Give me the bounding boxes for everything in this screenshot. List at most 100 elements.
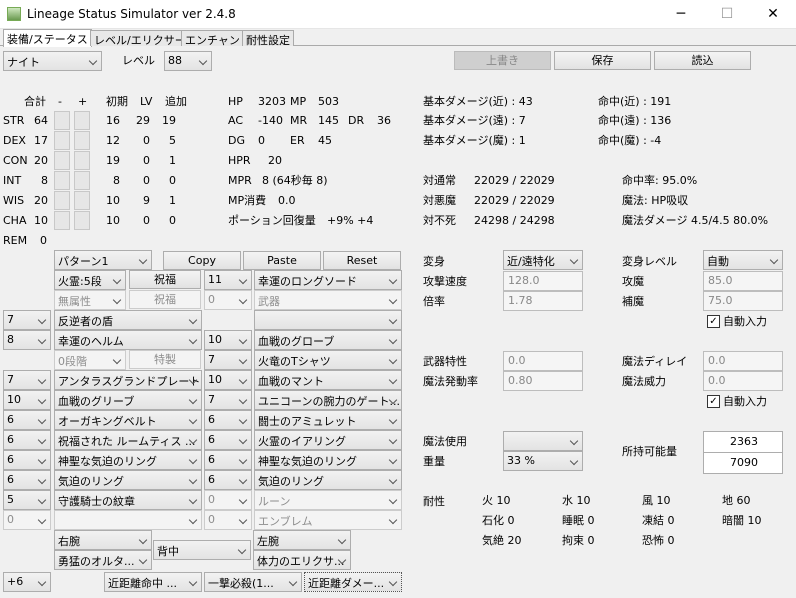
- save-button[interactable]: 保存: [554, 51, 651, 70]
- stat-plus-button[interactable]: [74, 151, 90, 170]
- stat-minus-button[interactable]: [54, 111, 70, 130]
- auto-input-checkbox[interactable]: ✓: [707, 315, 720, 328]
- auto-input-checkbox-2[interactable]: ✓: [707, 395, 720, 408]
- near-damage-select[interactable]: 近距離ダメー...: [304, 572, 402, 592]
- emblem-select[interactable]: エンブレム: [254, 510, 402, 530]
- reset-button[interactable]: Reset: [323, 251, 401, 270]
- ring3-enchant-select[interactable]: 6: [3, 470, 51, 490]
- earring-left-enchant-select[interactable]: 6: [3, 430, 51, 450]
- helm-enchant-select[interactable]: 8: [3, 330, 51, 350]
- secondary-enchant-select[interactable]: 0: [204, 290, 252, 310]
- weapon-trait-field[interactable]: 0.0: [503, 351, 583, 371]
- armor-select[interactable]: アンタラスグランドプレート...: [54, 370, 202, 390]
- stat-plus-button[interactable]: [74, 131, 90, 150]
- tab-level-elixir[interactable]: レベル/エリクサー: [90, 30, 190, 47]
- tshirt-stage-select[interactable]: 0段階: [54, 350, 126, 370]
- ring4-enchant-select[interactable]: 6: [204, 470, 252, 490]
- minimize-button[interactable]: ─: [658, 0, 704, 29]
- tshirt-select[interactable]: 火竜のTシャツ: [254, 350, 402, 370]
- earring-left-select[interactable]: 祝福された ルームティス ...: [54, 430, 202, 450]
- crest-select[interactable]: 守護騎士の紋章: [54, 490, 202, 510]
- emblem-num-select[interactable]: 0: [204, 510, 252, 530]
- tab-resistance-settings[interactable]: 耐性設定: [242, 30, 294, 47]
- emblem-enchant-select[interactable]: 5: [3, 490, 51, 510]
- rune-enchant-select[interactable]: 0: [204, 490, 252, 510]
- secondary-weapon-select[interactable]: 武器: [254, 290, 402, 310]
- cloak-enchant-select[interactable]: 10: [204, 370, 252, 390]
- back-select[interactable]: 背中: [153, 540, 251, 560]
- left-arm-label-select[interactable]: 左腕: [253, 530, 351, 550]
- stat-minus-button[interactable]: [54, 191, 70, 210]
- pattern-select[interactable]: パターン1: [54, 250, 152, 270]
- slot12-select[interactable]: [54, 510, 202, 530]
- belt-enchant-select[interactable]: 6: [3, 410, 51, 430]
- attack-speed-field[interactable]: 128.0: [503, 271, 583, 291]
- stat-minus-button[interactable]: [54, 151, 70, 170]
- magic-power-field[interactable]: 0.0: [703, 371, 783, 391]
- stat-minus-button[interactable]: [54, 211, 70, 230]
- tshirt-enchant-select[interactable]: 7: [204, 350, 252, 370]
- glove-enchant-select[interactable]: 10: [204, 330, 252, 350]
- stat-minus-button[interactable]: [54, 171, 70, 190]
- glove-select[interactable]: 血戦のグローブ: [254, 330, 402, 350]
- weight-select[interactable]: 33 %: [503, 451, 583, 471]
- shield-select[interactable]: 反逆者の盾: [54, 310, 202, 330]
- tab-equipment-status[interactable]: 装備/ステータス: [3, 29, 92, 47]
- magic-delay-field[interactable]: 0.0: [703, 351, 783, 371]
- attack-magic-field[interactable]: 85.0: [703, 271, 783, 291]
- ring2-select[interactable]: 神聖な気迫のリング: [254, 450, 402, 470]
- tshirt-special-button[interactable]: 特製: [129, 350, 201, 369]
- cloak-select[interactable]: 血戦のマント: [254, 370, 402, 390]
- ring1-select[interactable]: 神聖な気迫のリング: [54, 450, 202, 470]
- slot12-enchant-select[interactable]: 0: [3, 510, 51, 530]
- belt-select[interactable]: オーガキングベルト: [54, 410, 202, 430]
- secondary-attribute-select[interactable]: 無属性: [54, 290, 126, 310]
- ring2-enchant-select[interactable]: 6: [204, 450, 252, 470]
- ratio-field[interactable]: 1.78: [503, 291, 583, 311]
- gauntlet-select[interactable]: ユニコーンの腕力のゲート...: [254, 390, 402, 410]
- secondary-bless-button[interactable]: 祝福: [129, 290, 201, 309]
- boots-select[interactable]: 血戦のグリーブ: [54, 390, 202, 410]
- ring3-select[interactable]: 気迫のリング: [54, 470, 202, 490]
- armor-enchant-select[interactable]: 7: [3, 370, 51, 390]
- right-arm-select[interactable]: 勇猛のオルタ...: [54, 550, 152, 570]
- weapon-enchant-select[interactable]: 11: [204, 270, 252, 290]
- empty-slot-select[interactable]: [254, 310, 402, 330]
- weapon-select[interactable]: 幸運のロングソード: [254, 270, 402, 290]
- support-magic-field[interactable]: 75.0: [703, 291, 783, 311]
- stat-plus-button[interactable]: [74, 111, 90, 130]
- stat-plus-button[interactable]: [74, 191, 90, 210]
- shield-enchant-select[interactable]: 7: [3, 310, 51, 330]
- amulet-select[interactable]: 闘士のアミュレット: [254, 410, 402, 430]
- spell-rate-field[interactable]: 0.80: [503, 371, 583, 391]
- earring-right-enchant-select[interactable]: 6: [204, 430, 252, 450]
- overwrite-button[interactable]: 上書き: [454, 51, 551, 70]
- weapon-bless-button[interactable]: 祝福: [129, 270, 201, 289]
- stat-plus-button[interactable]: [74, 171, 90, 190]
- right-arm-label-select[interactable]: 右腕: [54, 530, 152, 550]
- copy-button[interactable]: Copy: [163, 251, 241, 270]
- transform-select[interactable]: 近/遠特化: [503, 250, 583, 270]
- critical-select[interactable]: 一撃必殺(1...: [204, 572, 302, 592]
- near-hit-select[interactable]: 近距離命中 ...: [104, 572, 202, 592]
- maximize-button[interactable]: ☐: [704, 0, 750, 29]
- rune-select[interactable]: ルーン: [254, 490, 402, 510]
- boots-enchant-select[interactable]: 10: [3, 390, 51, 410]
- load-button[interactable]: 読込: [654, 51, 751, 70]
- paste-button[interactable]: Paste: [243, 251, 321, 270]
- left-arm-select[interactable]: 体力のエリクサ...: [253, 550, 351, 570]
- magic-use-select[interactable]: [503, 431, 583, 451]
- amulet-enchant-select[interactable]: 6: [204, 410, 252, 430]
- weapon-attribute-select[interactable]: 火霊:5段: [54, 270, 126, 290]
- transform-level-select[interactable]: 自動: [703, 250, 783, 270]
- ring1-enchant-select[interactable]: 6: [3, 450, 51, 470]
- ring4-select[interactable]: 気迫のリング: [254, 470, 402, 490]
- earring-right-select[interactable]: 火霊のイアリング: [254, 430, 402, 450]
- close-button[interactable]: ✕: [750, 0, 796, 29]
- gauntlet-enchant-select[interactable]: 7: [204, 390, 252, 410]
- capacity-current-field[interactable]: 2363: [703, 431, 783, 453]
- level-select[interactable]: 88: [164, 51, 212, 71]
- stat-plus-button[interactable]: [74, 211, 90, 230]
- class-select[interactable]: ナイト: [3, 51, 102, 71]
- helm-select[interactable]: 幸運のヘルム: [54, 330, 202, 350]
